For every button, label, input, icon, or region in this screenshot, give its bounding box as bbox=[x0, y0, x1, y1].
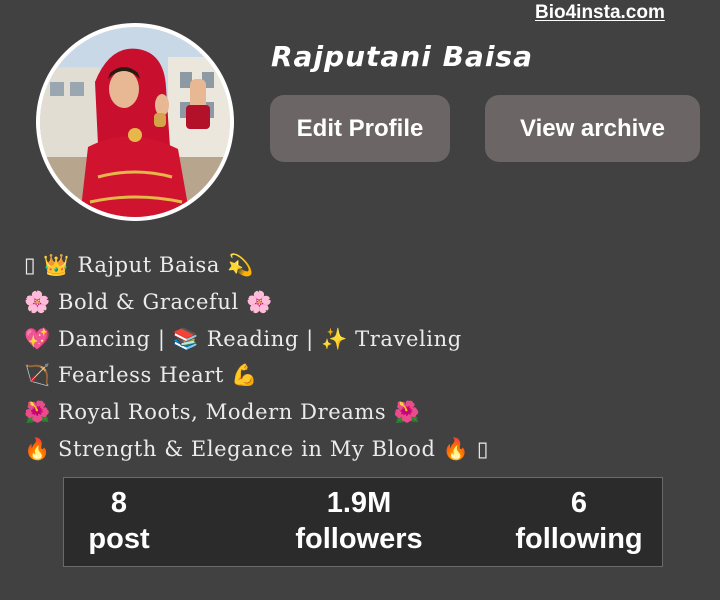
following-stat[interactable]: 6 following bbox=[504, 486, 654, 558]
following-count: 6 bbox=[570, 487, 588, 519]
profile-stats-panel: 8 post 1.9M followers 6 following bbox=[63, 477, 663, 567]
bio-line: 🌸 Bold & Graceful 🌸 bbox=[24, 289, 273, 314]
followers-count: 1.9M bbox=[326, 487, 392, 519]
posts-count: 8 bbox=[110, 487, 128, 519]
view-archive-button[interactable]: View archive bbox=[485, 95, 700, 162]
posts-label: post bbox=[88, 523, 150, 555]
bio-line: 💖 Dancing | 📚 Reading | ✨ Traveling bbox=[24, 326, 462, 351]
profile-username: Rajputani Baisa bbox=[271, 40, 533, 73]
followers-label: followers bbox=[295, 523, 423, 555]
profile-bio: ▯ 👑 Rajput Baisa 💫 🌸 Bold & Graceful 🌸 💖… bbox=[24, 247, 489, 468]
edit-profile-button[interactable]: Edit Profile bbox=[270, 95, 450, 162]
bio-line: 🌺 Royal Roots, Modern Dreams 🌺 bbox=[24, 400, 421, 425]
avatar-photo bbox=[40, 27, 230, 217]
followers-stat[interactable]: 1.9M followers bbox=[284, 486, 434, 558]
posts-stat[interactable]: 8 post bbox=[74, 486, 164, 558]
bio-line: ▯ 👑 Rajput Baisa 💫 bbox=[24, 253, 255, 277]
profile-avatar[interactable] bbox=[36, 23, 234, 221]
watermark-link[interactable]: Bio4insta.com bbox=[535, 2, 665, 24]
following-label: following bbox=[515, 523, 643, 555]
bio-line: 🔥 Strength & Elegance in My Blood 🔥 ▯ bbox=[24, 436, 490, 461]
bio-line: 🏹 Fearless Heart 💪 bbox=[24, 363, 258, 388]
